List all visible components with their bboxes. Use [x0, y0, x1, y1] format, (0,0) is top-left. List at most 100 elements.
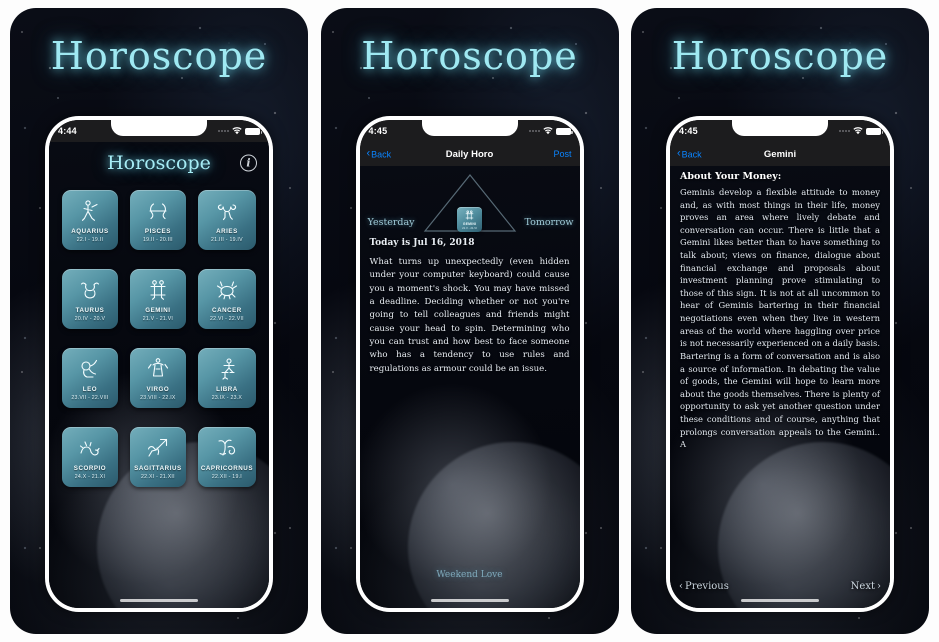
selected-sign-tile[interactable]: GEMINI 21.V - 21.VI: [457, 207, 482, 232]
info-circle-icon[interactable]: i: [240, 154, 257, 172]
zodiac-tile-aries[interactable]: ARIES 21.III - 19.IV: [197, 190, 256, 250]
nav-title: Gemini: [763, 148, 797, 160]
signal-dots-icon: [839, 130, 850, 132]
virgo-icon: [145, 354, 171, 384]
zodiac-dates: 22.XI - 21.XII: [141, 474, 175, 480]
signal-dots-icon: [218, 130, 229, 132]
navigation-bar: ‹ Back Gemini: [670, 142, 890, 166]
zodiac-tile-gemini[interactable]: GEMINI 21.V - 21.VI: [129, 269, 186, 329]
nav-title: Daily Horo: [445, 148, 494, 160]
phone-mockup: 4:45 ‹ Back Gemini About Your Money: Gem…: [666, 116, 894, 612]
daily-horoscope-body: Yesterday Tomorrow GEMINI 21.V - 21.VI T…: [359, 166, 580, 608]
zodiac-grid: AQUARIUS 22.I - 19.II PISCES 19.II - 20.…: [49, 184, 269, 487]
chevron-left-icon: ‹: [366, 147, 371, 160]
back-label: Back: [371, 149, 392, 159]
next-button[interactable]: Next ›: [851, 581, 881, 592]
zodiac-dates: 22.VI - 22.VII: [210, 316, 244, 322]
phone-screen: 4:44 Horoscope i AQUARIUS 22.I - 19.II P…: [49, 120, 269, 608]
home-indicator[interactable]: [430, 599, 509, 602]
next-label: Next: [850, 581, 875, 592]
zodiac-tile-aquarius[interactable]: AQUARIUS 22.I - 19.II: [62, 190, 118, 250]
hero-section: Yesterday Tomorrow GEMINI 21.V - 21.VI: [360, 166, 580, 238]
zodiac-tile-sagittarius[interactable]: SAGITTARIUS 22.XI - 21.XII: [129, 427, 186, 487]
battery-icon: [555, 127, 573, 135]
status-indicators: [839, 127, 883, 135]
zodiac-name: CAPRICORNUS: [200, 465, 253, 472]
zodiac-dates: 24.X - 21.XI: [74, 474, 106, 480]
wifi-icon: [232, 127, 242, 135]
phone-mockup: 4:44 Horoscope i AQUARIUS 22.I - 19.II P…: [45, 116, 273, 612]
zodiac-name: LIBRA: [216, 386, 238, 393]
screenshot-stage: Horoscope 4:44 Horoscope i AQUARIUS 22.I…: [0, 0, 939, 642]
zodiac-dates: 20.IV - 20.V: [74, 316, 106, 322]
home-indicator[interactable]: [120, 599, 198, 602]
back-button[interactable]: ‹ Back: [366, 147, 392, 160]
zodiac-dates: 23.VII - 22.VIII: [71, 395, 109, 401]
zodiac-dates: 23.IX - 23.X: [211, 395, 243, 401]
page-title: Horoscope: [107, 152, 211, 174]
status-time: 4:45: [679, 126, 698, 136]
capricorn-icon: [214, 433, 240, 463]
back-button[interactable]: ‹ Back: [677, 147, 702, 160]
sagittarius-icon: [145, 433, 171, 463]
status-bar: 4:45: [670, 120, 890, 142]
zodiac-dates: 21.III - 19.IV: [211, 237, 243, 243]
wifi-icon: [853, 127, 863, 135]
zodiac-tile-scorpio[interactable]: SCORPIO 24.X - 21.XI: [62, 427, 118, 487]
zodiac-name: LEO: [82, 386, 98, 393]
previous-label: Previous: [685, 581, 729, 592]
home-screen-body: Horoscope i AQUARIUS 22.I - 19.II PISCES…: [49, 142, 269, 608]
libra-icon: [214, 354, 240, 384]
article-body: What turns up unexpectedly (even hidden …: [369, 257, 570, 374]
previous-button[interactable]: ‹ Previous: [679, 581, 729, 592]
back-label: Back: [681, 149, 702, 159]
cancer-icon: [214, 275, 240, 305]
signal-dots-icon: [528, 130, 540, 132]
app-brand-title: Horoscope: [50, 34, 268, 78]
zodiac-tile-virgo[interactable]: VIRGO 23.VIII - 22.IX: [129, 348, 186, 408]
navigation-bar: ‹ Back Daily Horo Post: [359, 142, 580, 166]
app-screenshot-panel-1: Horoscope 4:44 Horoscope i AQUARIUS 22.I…: [10, 8, 308, 634]
aries-icon: [214, 196, 240, 226]
zodiac-tile-libra[interactable]: LIBRA 23.IX - 23.X: [197, 348, 256, 408]
tomorrow-link[interactable]: Tomorrow: [525, 217, 574, 228]
post-button[interactable]: Post: [553, 149, 571, 159]
taurus-icon: [77, 275, 103, 305]
zodiac-tile-taurus[interactable]: TAURUS 20.IV - 20.V: [62, 269, 118, 329]
app-brand-title: Horoscope: [671, 34, 889, 78]
zodiac-dates: 23.VIII - 22.IX: [140, 395, 176, 401]
daily-horoscope-article: Today is Jul 16, 2018 What turns up unex…: [360, 238, 580, 376]
article-body[interactable]: Geminis develop a flexible attitude to m…: [670, 186, 890, 451]
zodiac-name: ARIES: [216, 228, 238, 235]
yesterday-link[interactable]: Yesterday: [368, 217, 415, 228]
weekend-love-link[interactable]: Weekend Love: [360, 570, 580, 580]
zodiac-dates: 22.XII - 19.I: [211, 474, 242, 480]
zodiac-tile-leo[interactable]: LEO 23.VII - 22.VIII: [62, 348, 118, 408]
zodiac-name: AQUARIUS: [71, 228, 109, 235]
app-brand-title: Horoscope: [361, 34, 578, 78]
zodiac-name: SCORPIO: [73, 465, 107, 472]
zodiac-dates: 19.II - 20.III: [143, 237, 173, 243]
status-bar: 4:44: [49, 120, 269, 142]
sign-dates: 21.V - 21.VI: [462, 226, 477, 230]
status-bar: 4:45: [359, 120, 580, 142]
phone-screen: 4:45 ‹ Back Daily Horo Post Yesterday To…: [359, 120, 580, 608]
app-screenshot-panel-2: Horoscope 4:45 ‹ Back Daily Horo Post Ye…: [320, 8, 619, 634]
zodiac-name: VIRGO: [146, 386, 170, 393]
article-date: Today is Jul 16, 2018: [369, 238, 475, 248]
chevron-right-icon: ›: [877, 581, 881, 592]
battery-icon: [866, 127, 883, 135]
chevron-left-icon: ‹: [677, 147, 681, 160]
gemini-icon: [465, 210, 474, 220]
pisces-icon: [145, 196, 171, 226]
zodiac-name: TAURUS: [75, 307, 105, 314]
zodiac-dates: 21.V - 21.VI: [142, 316, 174, 322]
phone-mockup: 4:45 ‹ Back Daily Horo Post Yesterday To…: [355, 116, 584, 612]
zodiac-tile-cancer[interactable]: CANCER 22.VI - 22.VII: [197, 269, 256, 329]
zodiac-tile-pisces[interactable]: PISCES 19.II - 20.III: [129, 190, 186, 250]
status-indicators: [528, 127, 573, 135]
pager: ‹ Previous Next ›: [670, 581, 890, 592]
home-indicator[interactable]: [741, 599, 819, 602]
zodiac-tile-capricornus[interactable]: CAPRICORNUS 22.XII - 19.I: [197, 427, 256, 487]
phone-screen: 4:45 ‹ Back Gemini About Your Money: Gem…: [670, 120, 890, 608]
